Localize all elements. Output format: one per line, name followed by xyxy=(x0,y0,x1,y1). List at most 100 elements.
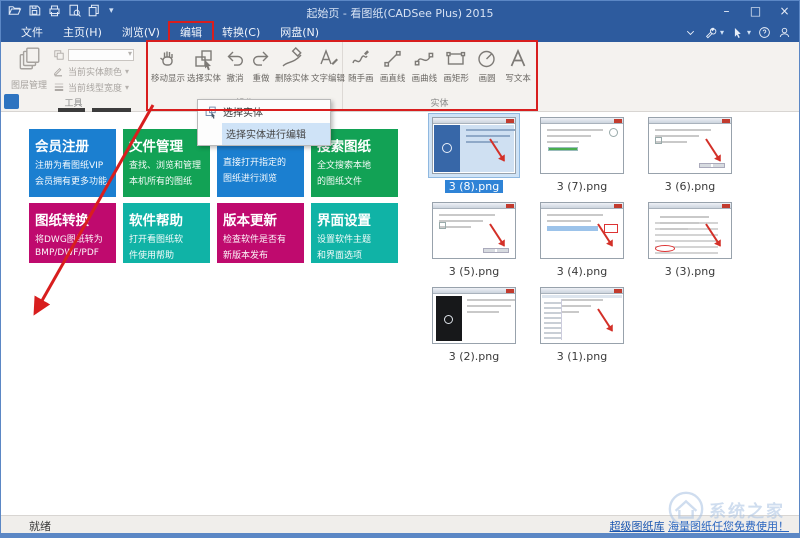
thumbnail-filename: 3 (4).png xyxy=(553,265,612,278)
tile-4[interactable]: 图纸转换 将DWG图纸转为 BMP/DWF/PDF xyxy=(29,203,116,263)
entity-button-3[interactable]: 画矩形 xyxy=(442,46,470,85)
entity-button-2[interactable]: 画曲线 xyxy=(411,46,439,85)
op-button-3[interactable]: 重做 xyxy=(248,46,274,85)
maximize-button[interactable]: □ xyxy=(741,1,770,22)
text-edit-icon xyxy=(316,47,340,71)
entity-button-4[interactable]: 画圆 xyxy=(474,46,500,85)
tile-description-line: BMP/DWF/PDF xyxy=(35,248,110,258)
op-button-4[interactable]: 删除实体 xyxy=(274,46,310,85)
tile-0[interactable]: 会员注册 注册为看图纸VIP会员拥有更多功能 xyxy=(29,129,116,197)
tile-6[interactable]: 版本更新 检查软件是否有新版本发布 xyxy=(217,203,304,263)
circle-icon xyxy=(475,47,499,71)
op-button-2-label: 撤消 xyxy=(223,72,247,84)
title-bar-tools: ▾▾ xyxy=(684,23,791,41)
thumbnail-item[interactable]: 3 (8).png xyxy=(420,113,528,198)
group-label-entities: 实体 xyxy=(343,96,536,109)
entity-button-1-label: 画直线 xyxy=(380,72,406,84)
minimize-button[interactable]: – xyxy=(712,1,741,22)
tile-description-line: 的图纸文件 xyxy=(317,174,392,187)
thumbnail-item[interactable]: 3 (7).png xyxy=(528,113,636,198)
tile-description-line: 注册为看图纸VIP xyxy=(35,158,110,171)
tab-3[interactable]: 编辑 xyxy=(170,23,212,42)
entity-button-5-label: 写文本 xyxy=(505,72,531,84)
super-drawing-library-link[interactable]: 超级图纸库 xyxy=(610,520,665,533)
tab-5[interactable]: 网盘(N) xyxy=(270,23,329,42)
thumbnail-image xyxy=(432,202,516,259)
tile-description-line: 和界面选项 xyxy=(317,248,392,261)
pencil-color-icon xyxy=(53,65,65,77)
close-button[interactable]: × xyxy=(770,1,799,22)
tile-description-line: 检查软件是否有 xyxy=(223,232,298,245)
chevron-down-icon[interactable] xyxy=(684,26,697,39)
layers-icon xyxy=(16,46,42,72)
tile-description-line: 图纸进行浏览 xyxy=(223,171,298,184)
op-button-1[interactable]: 选择实体 xyxy=(186,46,222,85)
op-button-2[interactable]: 撤消 xyxy=(222,46,248,85)
entity-button-0-label: 随手画 xyxy=(348,72,374,84)
tile-title: 界面设置 xyxy=(317,209,392,229)
tooltip-select-entity: 选择实体 选择实体进行编辑 xyxy=(197,99,331,146)
entity-button-0[interactable]: 随手画 xyxy=(347,46,375,85)
line-width-button[interactable]: 当前线型宽度 ▾ xyxy=(53,79,145,95)
user-icon[interactable] xyxy=(778,26,791,39)
redo-icon xyxy=(249,47,273,71)
layer-manager-button[interactable]: 图层管理 xyxy=(9,46,49,91)
thumbnail-image xyxy=(540,287,624,344)
delete-entity-icon xyxy=(280,47,304,71)
layer-combobox[interactable] xyxy=(68,49,134,61)
thumbnail-filename: 3 (8).png xyxy=(445,180,504,193)
line-width-icon xyxy=(53,81,65,93)
tab-2[interactable]: 浏览(V) xyxy=(112,23,170,42)
wrench-icon[interactable] xyxy=(704,26,717,39)
window-title: 起始页 - 看图纸(CADSee Plus) 2015 xyxy=(1,5,799,21)
tile-title: 版本更新 xyxy=(223,209,298,229)
cursor-icon[interactable] xyxy=(731,26,744,39)
collapsed-toolbar-mark xyxy=(58,108,85,112)
chevron-down-icon: ▾ xyxy=(125,67,129,76)
tile-7[interactable]: 界面设置 设置软件主题和界面选项 xyxy=(311,203,398,263)
tab-1[interactable]: 主页(H) xyxy=(53,23,112,42)
entity-button-5[interactable]: 写文本 xyxy=(504,46,532,85)
tab-0[interactable]: 文件 xyxy=(11,23,53,42)
tile-title: 会员注册 xyxy=(35,135,110,155)
thumbnail-item[interactable]: 3 (6).png xyxy=(636,113,744,198)
help-icon[interactable] xyxy=(758,26,771,39)
thumbnail-image xyxy=(432,117,516,174)
op-button-0[interactable]: 移动显示 xyxy=(150,46,186,85)
thumbnail-image xyxy=(432,287,516,344)
thumbnail-item[interactable]: 3 (1).png xyxy=(528,283,636,368)
thumbnail-image xyxy=(648,202,732,259)
op-button-5[interactable]: 文字编辑 xyxy=(310,46,346,85)
thumbnail-item[interactable]: 3 (5).png xyxy=(420,198,528,283)
thumbnail-item[interactable]: 3 (4).png xyxy=(528,198,636,283)
line-icon xyxy=(381,47,405,71)
thumbnail-filename: 3 (5).png xyxy=(445,265,504,278)
curve-icon xyxy=(412,47,436,71)
panel-icon[interactable] xyxy=(4,94,19,109)
tile-title: 文件管理 xyxy=(129,135,204,155)
tile-title: 图纸转换 xyxy=(35,209,110,229)
chevron-down-icon: ▾ xyxy=(747,28,751,37)
tile-description-line: 件使用帮助 xyxy=(129,248,204,261)
thumbnail-image xyxy=(648,117,732,174)
title-bar: ▾ 起始页 - 看图纸(CADSee Plus) 2015 – □ × xyxy=(1,1,799,23)
layer-combobox-row xyxy=(53,47,145,63)
ribbon-group-entities: 随手画 画直线 画曲线 画矩形 画圆 写文本 实体 xyxy=(343,42,537,111)
thumbnail-item[interactable]: 3 (2).png xyxy=(420,283,528,368)
status-ready: 就绪 xyxy=(29,518,51,534)
entity-button-4-label: 画圆 xyxy=(475,72,499,84)
thumbnail-filename: 3 (1).png xyxy=(553,350,612,363)
tab-4[interactable]: 转换(C) xyxy=(212,23,270,42)
tile-5[interactable]: 软件帮助 打开看图纸软件使用帮助 xyxy=(123,203,210,263)
entity-color-button[interactable]: 当前实体颜色 ▾ xyxy=(53,63,145,79)
freehand-icon xyxy=(349,47,373,71)
hand-icon xyxy=(156,47,180,71)
tooltip-title: 选择实体 xyxy=(223,104,263,119)
tile-description-line: 将DWG图纸转为 xyxy=(35,232,110,245)
entity-button-2-label: 画曲线 xyxy=(412,72,438,84)
entity-button-1[interactable]: 画直线 xyxy=(379,46,407,85)
tooltip-description: 选择实体进行编辑 xyxy=(222,123,330,145)
ribbon: 图层管理 当前实体颜色 ▾ 当前线型宽度 ▾ 工具 移动显示 选择 xyxy=(1,42,799,112)
app-window: { "colors": { "titlebar": "#2d5b9e", "an… xyxy=(0,0,800,538)
thumbnail-item[interactable]: 3 (3).png xyxy=(636,198,744,283)
